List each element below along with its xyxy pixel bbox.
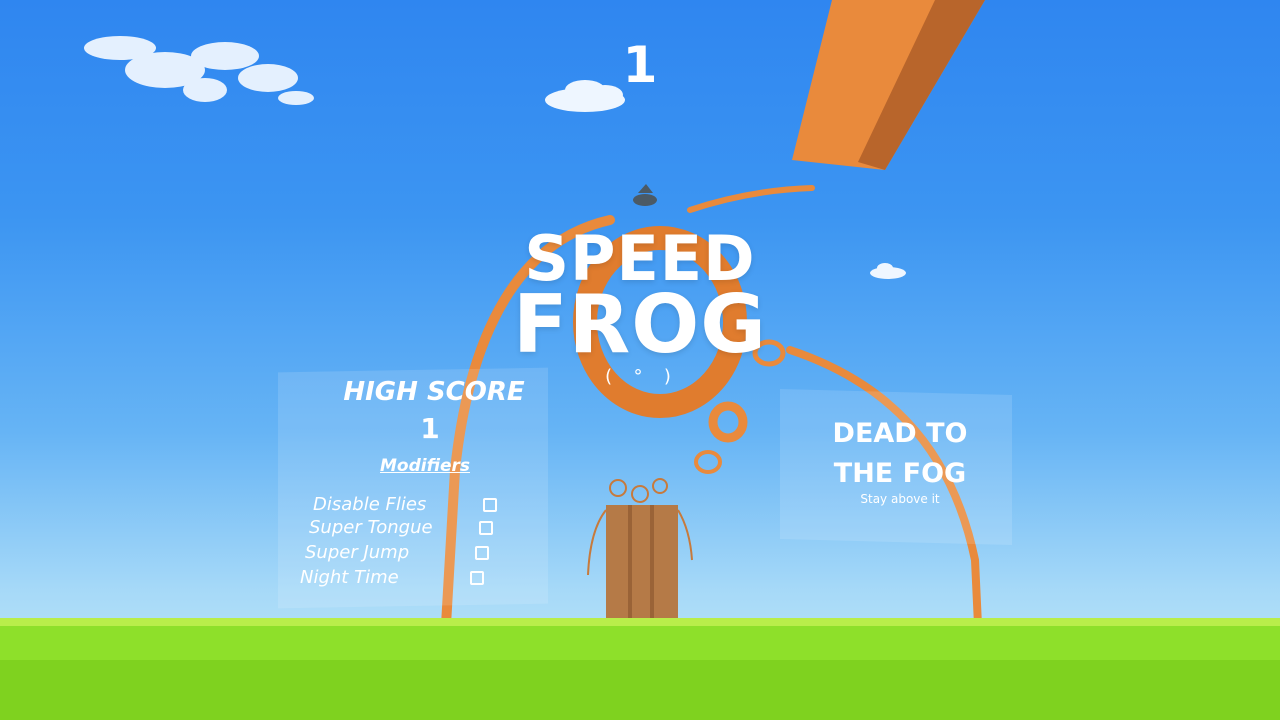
fog-title-line1: DEAD TO: [832, 418, 968, 449]
modifier-label: Night Time: [300, 567, 399, 588]
modifier-super-jump[interactable]: Super Jump: [305, 542, 489, 563]
modifier-checkbox[interactable]: [483, 497, 497, 512]
modifier-checkbox[interactable]: [475, 545, 489, 560]
title-emote: ( ° ): [602, 366, 678, 387]
modifier-label: Disable Flies: [313, 494, 427, 515]
current-score: 1: [622, 36, 658, 94]
modifier-label: Super Jump: [305, 542, 410, 563]
fog-title: DEAD TO THE FOG: [790, 414, 1010, 494]
fog-title-line2: THE FOG: [833, 458, 967, 489]
game-title-line2: FROG: [513, 278, 767, 371]
modifier-super-tongue[interactable]: Super Tongue: [309, 517, 493, 538]
modifier-disable-flies[interactable]: Disable Flies: [313, 494, 497, 515]
fog-subtitle: Stay above it: [860, 492, 940, 506]
modifier-label: Super Tongue: [309, 517, 433, 538]
wooden-pillar: [606, 505, 678, 625]
frog-icon: [633, 184, 657, 206]
high-score-value: 1: [420, 412, 440, 445]
modifiers-heading: Modifiers: [379, 456, 470, 476]
modifier-night-time[interactable]: Night Time: [300, 567, 484, 588]
modifier-checkbox[interactable]: [479, 520, 493, 535]
modifier-checkbox[interactable]: [470, 570, 484, 585]
high-score-label: HIGH SCORE: [343, 377, 525, 407]
